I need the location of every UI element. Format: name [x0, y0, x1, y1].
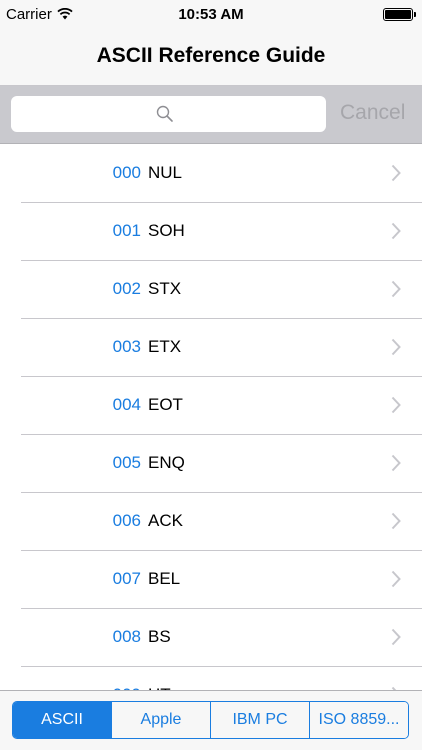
cancel-button[interactable]: Cancel [340, 101, 405, 125]
page-title: ASCII Reference Guide [96, 44, 326, 67]
list-item[interactable]: 008 BS [0, 609, 422, 667]
ascii-name: ETX [148, 337, 182, 356]
list-item[interactable]: 002 STX [0, 261, 422, 319]
list-item[interactable]: 006 ACK [0, 493, 422, 551]
chevron-right-icon [391, 222, 401, 240]
search-input[interactable] [11, 96, 326, 132]
segment-apple[interactable]: Apple [112, 702, 211, 738]
list-item[interactable]: 005 ENQ [0, 435, 422, 493]
ascii-code: 003 [112, 337, 141, 356]
ascii-name: EOT [148, 395, 183, 414]
ascii-code: 005 [112, 453, 141, 472]
chevron-right-icon [391, 628, 401, 646]
list-item[interactable]: 001 SOH [0, 203, 422, 261]
ascii-name: ACK [148, 511, 183, 530]
ascii-code: 008 [112, 627, 141, 646]
encoding-segmented-control: ASCII Apple IBM PC ISO 8859... [12, 701, 409, 739]
list-item[interactable]: 004 EOT [0, 377, 422, 435]
segment-ibm-pc[interactable]: IBM PC [211, 702, 310, 738]
segment-ascii[interactable]: ASCII [13, 702, 112, 738]
search-bar: Cancel [0, 86, 422, 144]
ascii-list: 000 NUL 001 SOH 002 STX 003 ETX 004 EOT 005 ENQ 006 A… [0, 145, 422, 690]
battery-icon [383, 8, 416, 21]
list-item[interactable]: 007 BEL [0, 551, 422, 609]
ascii-name: SOH [148, 221, 185, 240]
list-item[interactable]: 000 NUL [0, 145, 422, 203]
ascii-code: 001 [112, 221, 141, 240]
segmented-toolbar: ASCII Apple IBM PC ISO 8859... [0, 690, 422, 750]
chevron-right-icon [391, 164, 401, 182]
ascii-code: 002 [112, 279, 141, 298]
chevron-right-icon [391, 280, 401, 298]
ascii-code: 006 [112, 511, 141, 530]
status-bar: Carrier 10:53 AM [0, 0, 422, 28]
ascii-code: 004 [112, 395, 141, 414]
ascii-name: BEL [148, 569, 181, 588]
ascii-name: NUL [148, 163, 183, 182]
list-item[interactable]: 003 ETX [0, 319, 422, 377]
navigation-bar: ASCII Reference Guide [0, 28, 422, 86]
segment-iso-8859[interactable]: ISO 8859... [310, 702, 408, 738]
ascii-name: ENQ [148, 453, 185, 472]
status-time: 10:53 AM [178, 6, 244, 23]
ascii-name: STX [148, 279, 182, 298]
ascii-code: 000 [112, 163, 141, 182]
chevron-right-icon [391, 570, 401, 588]
ascii-code: 007 [112, 569, 141, 588]
battery-level [385, 10, 411, 19]
chevron-right-icon [391, 512, 401, 530]
chevron-right-icon [391, 338, 401, 356]
chevron-right-icon [391, 454, 401, 472]
chevron-right-icon [391, 396, 401, 414]
search-icon [156, 105, 173, 122]
ascii-name: BS [148, 627, 171, 646]
list-item[interactable]: 009HT [0, 667, 422, 690]
